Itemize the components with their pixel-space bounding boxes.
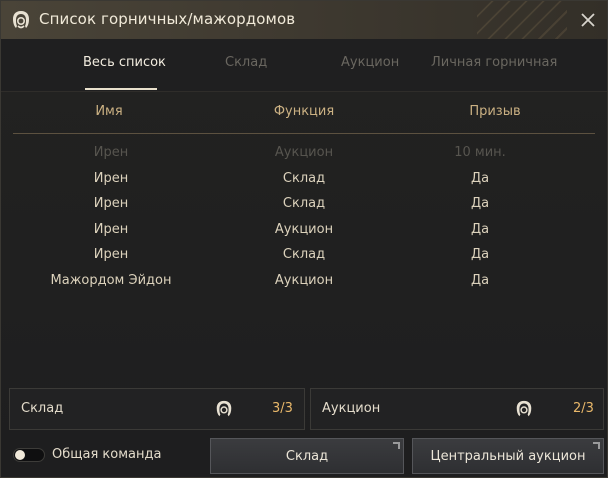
auction-summary-count: 2/3 bbox=[573, 401, 594, 416]
row-function: Склад bbox=[282, 247, 326, 262]
storage-button[interactable]: Склад bbox=[210, 438, 404, 474]
close-icon bbox=[581, 13, 595, 27]
maid-icon bbox=[13, 11, 29, 29]
row-summon: Да bbox=[470, 222, 490, 237]
central-auction-button-label: Центральный аукцион bbox=[430, 448, 586, 464]
column-header-function: Функция bbox=[273, 104, 335, 119]
column-header-name: Имя bbox=[95, 104, 123, 119]
tab-bar: Весь список Склад Аукцион Личная горничн… bbox=[1, 39, 607, 91]
storage-summary: Склад 3/3 bbox=[9, 388, 305, 430]
shared-command-toggle[interactable] bbox=[13, 448, 45, 462]
row-summon: Да bbox=[470, 247, 490, 262]
row-function: Склад bbox=[282, 196, 326, 211]
row-name: Ирен bbox=[93, 222, 129, 237]
central-auction-button[interactable]: Центральный аукцион bbox=[412, 438, 604, 474]
auction-summary-label: Аукцион bbox=[322, 401, 381, 416]
title-bar[interactable]: Список горничных/мажордомов bbox=[1, 1, 607, 39]
row-function: Аукцион bbox=[274, 222, 334, 237]
row-name: Мажордом Эйдон bbox=[50, 273, 172, 288]
title-decoration bbox=[477, 1, 567, 39]
window-title: Список горничных/мажордомов bbox=[39, 10, 296, 28]
row-function: Аукцион bbox=[274, 273, 334, 288]
row-function: Аукцион bbox=[274, 145, 334, 160]
maid-icon bbox=[516, 400, 532, 417]
maid-icon bbox=[216, 400, 232, 417]
row-function: Склад bbox=[282, 171, 326, 186]
row-summon: Да bbox=[470, 196, 490, 211]
storage-summary-count: 3/3 bbox=[272, 401, 293, 416]
popout-icon bbox=[393, 442, 400, 449]
maid-list-window: Список горничных/мажордомов Весь список … bbox=[0, 0, 608, 478]
shared-command-label: Общая команда bbox=[52, 447, 162, 462]
row-name: Ирен bbox=[93, 247, 129, 262]
storage-summary-label: Склад bbox=[21, 401, 64, 416]
row-name: Ирен bbox=[93, 196, 129, 211]
popout-icon bbox=[593, 442, 600, 449]
row-name: Ирен bbox=[93, 145, 129, 160]
tab-storage[interactable]: Склад bbox=[225, 55, 267, 70]
toggle-knob bbox=[15, 450, 25, 460]
auction-summary: Аукцион 2/3 bbox=[310, 388, 604, 430]
row-summon: 10 мин. bbox=[454, 145, 506, 160]
storage-button-label: Склад bbox=[285, 448, 329, 464]
row-summon: Да bbox=[470, 171, 490, 186]
close-button[interactable] bbox=[577, 9, 599, 31]
active-tab-indicator bbox=[85, 88, 157, 90]
tab-personal-maid[interactable]: Личная горничная bbox=[431, 55, 557, 70]
row-summon: Да bbox=[470, 273, 490, 288]
tab-auction[interactable]: Аукцион bbox=[341, 55, 399, 70]
tabs-divider bbox=[1, 91, 607, 92]
header-divider bbox=[13, 133, 595, 134]
column-header-summon: Призыв bbox=[469, 104, 521, 119]
row-name: Ирен bbox=[93, 171, 129, 186]
tab-all-list[interactable]: Весь список bbox=[83, 55, 166, 70]
